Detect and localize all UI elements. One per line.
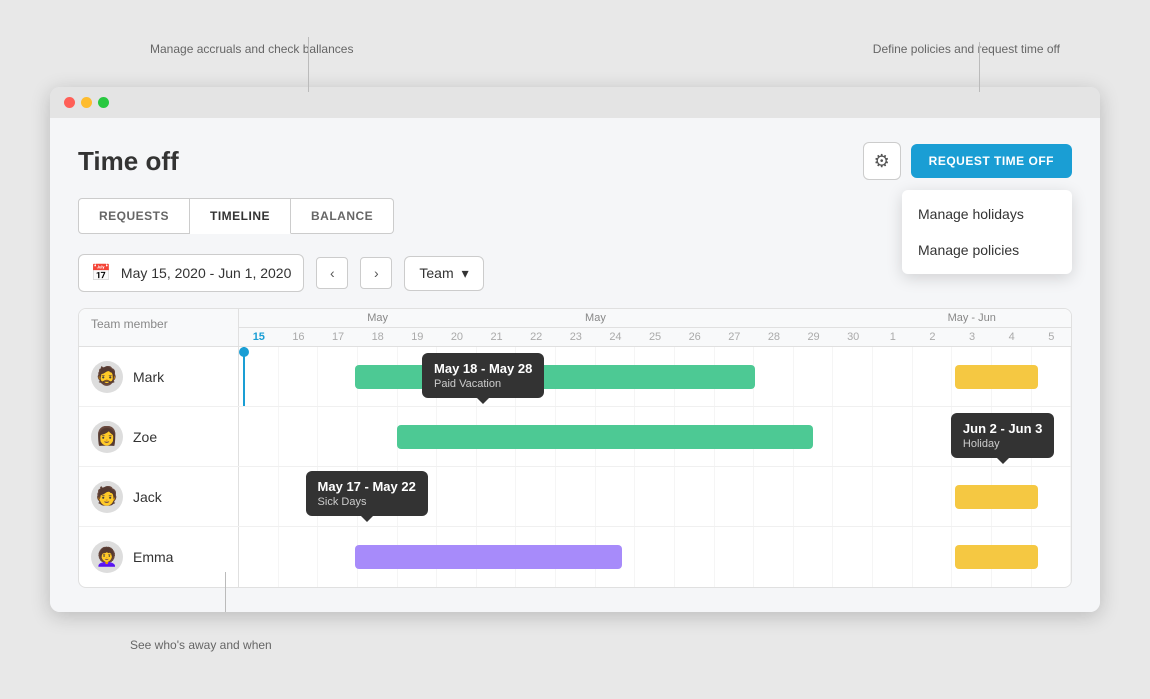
- app-header: Time off ⚙ REQUEST TIME OFF Manage holid…: [78, 142, 1072, 180]
- annotation-tr-line: [979, 42, 980, 92]
- bar-zoe-vacation[interactable]: [397, 425, 813, 449]
- day-28: 28: [754, 328, 794, 346]
- table-row: 👩‍🦱 Emma: [79, 527, 1071, 587]
- gantt-dates-area: May May May - Jun 15 16 17 18 19: [239, 309, 1071, 346]
- day-16: 16: [279, 328, 319, 346]
- member-name-zoe: Zoe: [133, 429, 157, 445]
- header-actions: ⚙ REQUEST TIME OFF Manage holidays Manag…: [863, 142, 1072, 180]
- table-row: 🧔 Mark: [79, 347, 1071, 407]
- annotation-bottom: See who's away and when: [130, 638, 272, 652]
- date-range-picker[interactable]: 📅 May 15, 2020 - Jun 1, 2020: [78, 254, 304, 292]
- day-2: 2: [913, 328, 953, 346]
- avatar-zoe: 👩: [91, 421, 123, 453]
- month-label-may1: May: [279, 309, 477, 327]
- member-cell-emma: 👩‍🦱 Emma: [79, 527, 239, 587]
- bars-cell-zoe: Jun 2 - Jun 3 Holiday: [239, 407, 1071, 466]
- day-30: 30: [833, 328, 873, 346]
- gear-button[interactable]: ⚙: [863, 142, 901, 180]
- tab-timeline[interactable]: TIMELINE: [190, 198, 291, 234]
- day-18: 18: [358, 328, 398, 346]
- month-label-may2: May: [516, 309, 674, 327]
- month-labels: May May May - Jun: [239, 309, 1071, 328]
- annotation-top-left: Manage accruals and check ballances: [150, 42, 353, 56]
- prev-button[interactable]: ‹: [316, 257, 348, 289]
- day-24: 24: [596, 328, 636, 346]
- bars-cell-mark: May 18 - May 28 Paid Vacation: [239, 347, 1071, 406]
- day-5: 5: [1032, 328, 1072, 346]
- browser-titlebar: [50, 87, 1100, 118]
- gantt-header: Team member May May May - Jun: [79, 309, 1071, 347]
- month-label-empty1: [239, 309, 279, 327]
- team-label: Team: [419, 265, 453, 281]
- day-29: 29: [794, 328, 834, 346]
- member-name-mark: Mark: [133, 369, 164, 385]
- annotation-top-right: Define policies and request time off: [873, 42, 1060, 56]
- day-4: 4: [992, 328, 1032, 346]
- gantt-grid-jack: [239, 467, 1071, 526]
- annotation-bl-line: [225, 572, 226, 612]
- day-25: 25: [635, 328, 675, 346]
- bar-zoe-yellow[interactable]: [955, 425, 1038, 449]
- chevron-down-icon: ▾: [462, 265, 469, 282]
- team-selector[interactable]: Team ▾: [404, 256, 483, 291]
- today-line: [243, 347, 245, 406]
- day-23: 23: [556, 328, 596, 346]
- close-dot[interactable]: [64, 97, 75, 108]
- manage-policies-item[interactable]: Manage policies: [902, 232, 1072, 268]
- member-cell-mark: 🧔 Mark: [79, 347, 239, 406]
- member-name-emma: Emma: [133, 549, 173, 565]
- day-15: 15: [239, 328, 279, 346]
- day-1: 1: [873, 328, 913, 346]
- day-22: 22: [516, 328, 556, 346]
- day-labels: 15 16 17 18 19 20 21 22 23 24 25 26: [239, 328, 1071, 346]
- page-title: Time off: [78, 146, 179, 177]
- date-range-text: May 15, 2020 - Jun 1, 2020: [121, 265, 291, 281]
- member-cell-jack: 🧑 Jack: [79, 467, 239, 526]
- bar-mark-yellow[interactable]: [955, 365, 1038, 389]
- table-row: 👩 Zoe: [79, 407, 1071, 467]
- avatar-mark: 🧔: [91, 361, 123, 393]
- manage-holidays-item[interactable]: Manage holidays: [902, 196, 1072, 232]
- day-17: 17: [318, 328, 358, 346]
- app-content: Time off ⚙ REQUEST TIME OFF Manage holid…: [50, 118, 1100, 612]
- gantt-container: Team member May May May - Jun: [78, 308, 1072, 588]
- browser-window: Time off ⚙ REQUEST TIME OFF Manage holid…: [50, 87, 1100, 612]
- bars-cell-emma: [239, 527, 1071, 587]
- day-27: 27: [715, 328, 755, 346]
- month-label-empty2: [477, 309, 517, 327]
- tab-balance[interactable]: BALANCE: [291, 198, 394, 234]
- day-3: 3: [952, 328, 992, 346]
- tab-requests[interactable]: REQUESTS: [78, 198, 190, 234]
- day-21: 21: [477, 328, 517, 346]
- maximize-dot[interactable]: [98, 97, 109, 108]
- day-19: 19: [398, 328, 438, 346]
- gantt-body: 🧔 Mark: [79, 347, 1071, 587]
- dropdown-menu: Manage holidays Manage policies: [902, 190, 1072, 274]
- month-label-empty3: [675, 309, 873, 327]
- request-time-off-button[interactable]: REQUEST TIME OFF: [911, 144, 1072, 178]
- avatar-jack: 🧑: [91, 481, 123, 513]
- member-cell-zoe: 👩 Zoe: [79, 407, 239, 466]
- day-20: 20: [437, 328, 477, 346]
- next-icon: ›: [374, 265, 379, 281]
- annotation-tl-vline: [308, 37, 309, 87]
- day-26: 26: [675, 328, 715, 346]
- outer-wrapper: Manage accruals and check ballances Defi…: [50, 87, 1100, 612]
- prev-icon: ‹: [330, 265, 335, 281]
- calendar-icon: 📅: [91, 263, 111, 283]
- minimize-dot[interactable]: [81, 97, 92, 108]
- gantt-col-header: Team member: [79, 309, 239, 346]
- month-label-mayjun: May - Jun: [873, 309, 1071, 327]
- bar-jack-yellow[interactable]: [955, 485, 1038, 509]
- gear-icon: ⚙: [874, 151, 890, 172]
- avatar-emma: 👩‍🦱: [91, 541, 123, 573]
- bar-mark-vacation[interactable]: [355, 365, 754, 389]
- bar-emma-purple[interactable]: [355, 545, 621, 569]
- bars-cell-jack: May 17 - May 22 Sick Days: [239, 467, 1071, 526]
- bar-emma-yellow[interactable]: [955, 545, 1038, 569]
- member-name-jack: Jack: [133, 489, 162, 505]
- table-row: 🧑 Jack: [79, 467, 1071, 527]
- next-button[interactable]: ›: [360, 257, 392, 289]
